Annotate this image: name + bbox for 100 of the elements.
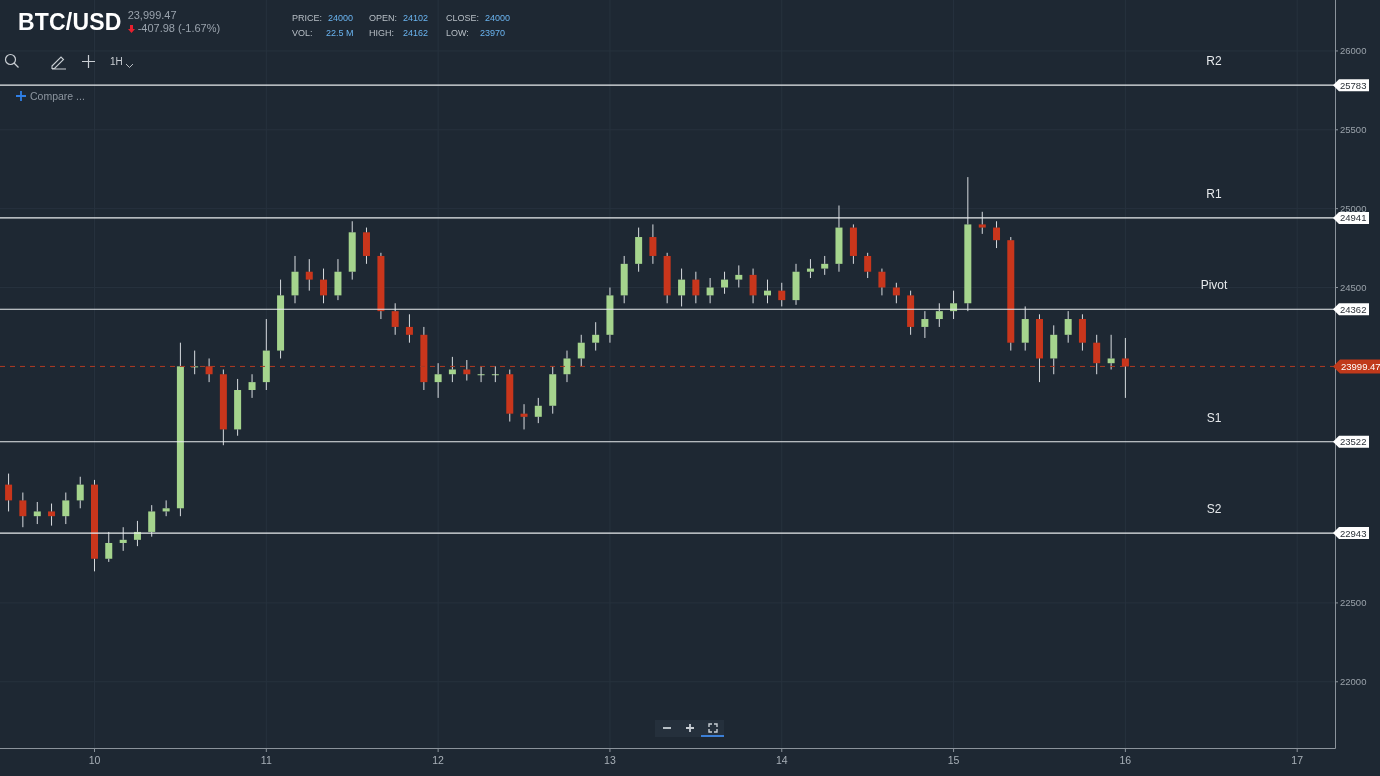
price-tag: 24362 [1333,303,1369,316]
candlestick [663,252,671,304]
candlestick [706,277,714,304]
candlestick [606,287,614,344]
axis-tick-label: 16 [1119,754,1132,766]
quote-price: 23,999.47 [127,9,178,22]
fullscreen-button[interactable] [701,720,724,737]
search-button[interactable] [4,53,20,69]
stat-label: OPEN: [369,12,397,25]
candlestick [520,403,528,430]
candlestick [234,378,242,437]
candlestick [620,255,628,304]
candlestick [907,290,915,336]
level-label: Pivot [1200,278,1228,293]
symbol-title: BTC/USD [18,8,122,36]
candlestick [506,369,514,423]
candlestick [892,282,900,304]
candlestick [320,268,328,304]
candlestick [434,362,442,399]
plus-icon [16,91,26,101]
candlestick [76,476,84,509]
price-tag: 23522 [1333,435,1369,448]
candlestick [921,310,929,339]
candlestick [405,313,413,344]
stat-value: 24000 [485,12,511,25]
candlestick [463,359,471,382]
quote-change: -407.98 (-1.67%) [137,22,221,35]
fullscreen-icon [707,722,718,733]
candlestick [420,326,428,391]
add-button[interactable] [81,53,96,69]
candlestick [950,290,958,320]
candlestick [678,268,686,307]
stat-value: 24102 [403,12,429,25]
candlestick [649,223,657,265]
price-tag: 25783 [1333,79,1369,92]
stat-label: VOL: [292,27,314,40]
stat-value: 24000 [328,12,354,25]
candlestick [1078,313,1086,352]
level-label: S1 [1206,410,1222,425]
level-label: R2 [1206,54,1222,69]
stat-value: 22.5 M [326,27,354,40]
plus-icon [684,722,695,733]
candlestick [1036,313,1043,383]
candlestick [592,321,600,352]
candlestick [764,279,771,304]
candlestick [162,499,170,517]
candlestick [563,350,571,383]
candlestick [1050,324,1058,375]
candlestick [334,258,342,301]
axis-tick-label: 25500 [1340,124,1367,136]
axis-tick-label: 10 [88,754,101,766]
candlestick [391,302,399,336]
axis-tick-label: 12 [432,754,444,766]
candlestick [549,365,557,415]
candlestick [363,227,370,265]
candlestick [749,268,757,304]
stat-label: CLOSE: [446,12,479,25]
candlestick [577,334,585,367]
axis-tick-label: 26000 [1340,45,1367,57]
candlestick [792,263,800,306]
candlestick [1121,337,1129,399]
price-tag: 22943 [1333,527,1369,540]
candlestick [534,397,542,424]
candlestick [148,504,156,538]
stat-value: 23970 [480,27,506,40]
candlestick [878,268,886,296]
candlestick [1064,310,1072,344]
axis-tick-label: 24500 [1340,282,1367,293]
stat-label: LOW: [446,27,470,40]
interval-dropdown[interactable]: 1H [110,53,134,69]
candlestick [305,258,313,292]
candlestick [62,492,70,525]
candlestick [835,205,843,273]
candlestick [448,356,456,383]
candlestick [33,501,41,525]
candlestick [692,271,700,304]
candlestick [133,520,141,547]
candlestick [821,255,829,276]
price-tag: 24941 [1333,211,1369,224]
candlestick [48,503,56,527]
candlestick [935,302,943,328]
price-tag: 23999.47 [1333,359,1380,374]
candlestick [978,211,986,235]
stat-label: PRICE: [292,12,322,25]
axis-tick-label: 13 [604,754,616,766]
axis-tick-label: 17 [1291,754,1304,766]
candlestick [1093,334,1101,375]
candlestick [993,220,1001,249]
axis-tick-label: 22500 [1340,597,1367,609]
axis-tick-label: 14 [775,754,788,766]
axis-tick-label: 11 [260,754,272,766]
compare-button[interactable]: Compare ... [16,90,85,102]
candlestick [248,373,256,399]
candlestick [19,492,27,528]
candlestick [864,252,872,279]
candlestick [735,264,743,288]
axis-tick-label: 15 [947,754,960,766]
candlestick [721,271,729,295]
candlestick [778,282,786,307]
caret-icon [124,63,134,69]
